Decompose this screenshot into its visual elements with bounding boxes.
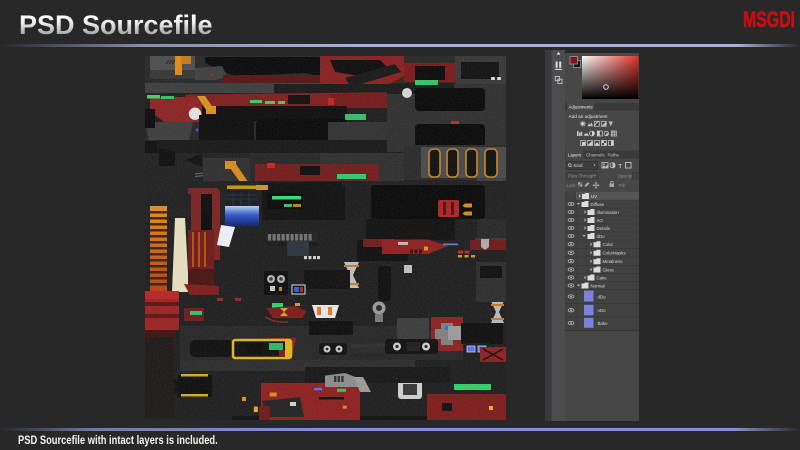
svg-text:Opacity:: Opacity:: [618, 173, 634, 178]
svg-text:Lock:: Lock:: [567, 183, 577, 188]
svg-text:Pass Through: Pass Through: [568, 173, 595, 178]
svg-text:dDo: dDo: [597, 234, 606, 239]
svg-text:Color: Color: [603, 242, 614, 247]
svg-text:Metalness: Metalness: [603, 259, 624, 264]
svg-text:UV: UV: [591, 194, 597, 199]
svg-text:Gloss: Gloss: [603, 267, 615, 272]
svg-text:dDo: dDo: [598, 294, 607, 299]
svg-text:Illumination: Illumination: [597, 210, 620, 215]
svg-text:nDo: nDo: [598, 308, 607, 313]
svg-text:Layers: Layers: [568, 153, 582, 158]
svg-text:Fill:: Fill:: [619, 183, 626, 188]
svg-text:Kind: Kind: [574, 163, 584, 168]
svg-text:Add an adjustment: Add an adjustment: [569, 114, 609, 119]
svg-text:ColorMasks: ColorMasks: [603, 251, 627, 256]
svg-text:Diffuse: Diffuse: [591, 202, 605, 207]
svg-text:Paths: Paths: [608, 153, 620, 158]
svg-text:Cake: Cake: [597, 275, 608, 280]
svg-text:Adjustments: Adjustments: [569, 105, 594, 110]
svg-text:Details: Details: [597, 226, 611, 231]
svg-text:Bake: Bake: [598, 321, 609, 326]
svg-text:Normal: Normal: [591, 283, 605, 288]
svg-text:Channels: Channels: [586, 153, 605, 158]
svg-text:AO: AO: [597, 218, 604, 223]
